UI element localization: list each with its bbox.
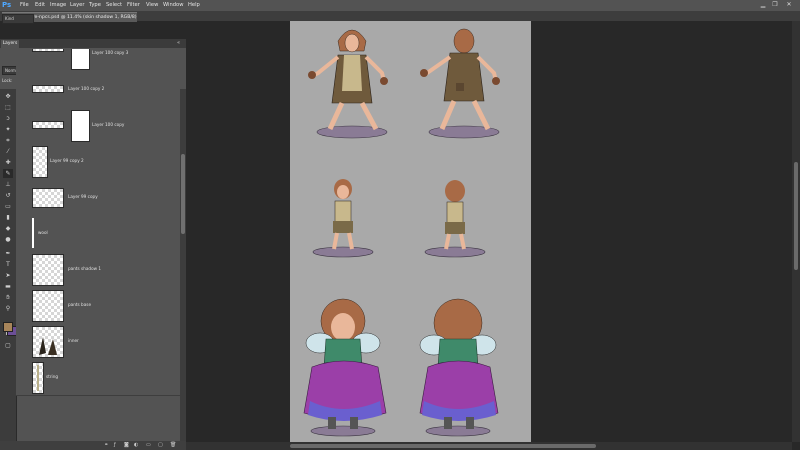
minimize-icon[interactable]: ▁: [758, 0, 768, 9]
path-select-icon[interactable]: ➤: [3, 271, 13, 280]
layer-row[interactable]: pants base: [16, 287, 180, 324]
layer-row[interactable]: Layer 99 copy: [16, 179, 180, 216]
child-character-back: [424, 180, 486, 258]
foreground-color-swatch[interactable]: [3, 322, 13, 332]
photoshop-logo: Ps: [2, 1, 12, 9]
inner-layer-preview: [39, 337, 57, 355]
fx-icon[interactable]: ƒ: [114, 442, 120, 448]
panel-header: Layers «: [0, 39, 186, 48]
layer-thumbnail: [32, 254, 64, 286]
menu-edit[interactable]: Edit: [35, 0, 45, 11]
adjustment-layer-icon[interactable]: ◐: [134, 442, 140, 448]
blur-icon[interactable]: ◆: [3, 224, 13, 233]
menu-filter[interactable]: Filter: [127, 0, 140, 11]
character-sheet-artwork: [303, 28, 500, 437]
layer-name: Layer 99 copy 2: [50, 158, 84, 163]
layer-thumbnail: [32, 85, 64, 93]
layer-name: pants base: [68, 302, 92, 307]
history-brush-icon[interactable]: ↺: [3, 191, 13, 200]
menu-select[interactable]: Select: [106, 0, 122, 11]
layer-name: Layer 100 copy 3: [92, 50, 129, 55]
layer-thumbnail: [32, 218, 34, 248]
layer-row[interactable]: wool: [16, 215, 180, 252]
canvas-horizontal-scroll-thumb[interactable]: [290, 444, 596, 448]
layer-name: pants shadow 1: [68, 266, 102, 271]
move-icon[interactable]: ✥: [3, 92, 13, 101]
eraser-icon[interactable]: ▭: [3, 202, 13, 211]
layer-name: wool: [38, 230, 48, 235]
layer-thumbnail: [32, 362, 44, 394]
menu-view[interactable]: View: [146, 0, 158, 11]
filter-kind-select[interactable]: Kind: [2, 14, 34, 24]
layer-row[interactable]: 👁 inner: [16, 323, 180, 360]
layer-name: Layer 100 copy: [92, 122, 125, 127]
layer-name: inner: [68, 338, 79, 343]
document-canvas[interactable]: [290, 21, 531, 442]
layer-thumbnail: [32, 146, 48, 178]
tab-layers[interactable]: Layers: [1, 40, 19, 48]
canvas-vertical-scroll-thumb[interactable]: [794, 162, 798, 270]
layer-name: Layer 99 copy: [68, 194, 98, 199]
layer-thumbnail: [32, 290, 64, 322]
zoom-icon[interactable]: ⚲: [3, 304, 13, 313]
layer-row[interactable]: Layer 100 copy: [16, 107, 180, 144]
layer-list-scroll-thumb[interactable]: [181, 154, 185, 234]
menu-image[interactable]: Image: [50, 0, 66, 11]
menu-layer[interactable]: Layer: [70, 0, 84, 11]
layer-row[interactable]: pants shadow 1: [16, 251, 180, 288]
ragged-character-back: [420, 28, 500, 139]
new-layer-icon[interactable]: ▢: [158, 442, 164, 448]
menu-type[interactable]: Type: [89, 0, 101, 11]
layer-thumbnail: [32, 326, 64, 358]
layer-thumbnail: [32, 188, 64, 208]
menu-file[interactable]: File: [20, 0, 29, 11]
string-stroke: [37, 365, 39, 391]
woman-character-back: [419, 298, 499, 437]
lasso-icon[interactable]: ↄ: [3, 114, 13, 123]
brush-icon[interactable]: ✎: [3, 169, 13, 178]
stamp-icon[interactable]: ⊥: [3, 180, 13, 189]
layer-mask-thumbnail: [71, 110, 90, 142]
layer-name: Layer 100 copy 2: [68, 86, 105, 91]
menu-window[interactable]: Window: [163, 0, 183, 11]
layer-list: Layer 100 copy 3 Layer 100 copy 2 Layer …: [16, 49, 180, 397]
add-mask-icon[interactable]: ◙: [124, 442, 130, 448]
layer-mask-thumbnail: [71, 49, 90, 70]
document-tab-bar: painting-more-npcs.psd @ 11.4% (skin sha…: [0, 11, 800, 22]
woman-character-front: [303, 298, 387, 437]
hand-icon[interactable]: ✋︎: [3, 293, 13, 302]
layer-row[interactable]: Layer 100 copy 2: [16, 71, 180, 108]
child-character-front: [312, 179, 374, 258]
lock-label: Lock:: [2, 78, 13, 83]
new-group-icon[interactable]: ▭: [146, 442, 152, 448]
layer-row[interactable]: Layer 99 copy 2: [16, 143, 180, 180]
layer-row[interactable]: Layer 100 copy 3: [16, 49, 180, 72]
shape-icon[interactable]: ▬: [3, 282, 13, 291]
crop-icon[interactable]: ⌗: [3, 136, 13, 145]
layer-row[interactable]: 👁 string: [16, 359, 180, 396]
screen-mode-icon[interactable]: ▢: [3, 341, 13, 350]
link-layers-icon[interactable]: ⚭: [104, 442, 110, 448]
marquee-icon[interactable]: ⬚: [3, 103, 13, 112]
trash-icon[interactable]: 🗑︎: [170, 442, 176, 448]
gradient-icon[interactable]: ▮: [3, 213, 13, 222]
layer-name: string: [46, 374, 59, 379]
quick-select-icon[interactable]: ✦: [3, 125, 13, 134]
layer-thumbnail: [32, 121, 64, 129]
layer-thumbnail: [32, 49, 64, 52]
healing-icon[interactable]: ✚: [3, 158, 13, 167]
panel-collapse-icon[interactable]: «: [177, 39, 180, 47]
type-icon[interactable]: T: [3, 260, 13, 269]
pen-icon[interactable]: ✒: [3, 249, 13, 258]
menu-help[interactable]: Help: [188, 0, 200, 11]
dodge-icon[interactable]: ●: [3, 235, 13, 244]
close-icon[interactable]: ✕: [784, 0, 794, 9]
restore-icon[interactable]: ❐: [770, 0, 780, 9]
ragged-character-front: [308, 29, 388, 139]
toolbar: ✥ ⬚ ↄ ✦ ⌗ ⁄ ✚ ✎ ⊥ ↺ ▭ ▮ ◆ ● ✒ T ➤ ▬ ✋︎ ⚲…: [0, 89, 17, 450]
eyedropper-icon[interactable]: ⁄: [3, 147, 13, 156]
